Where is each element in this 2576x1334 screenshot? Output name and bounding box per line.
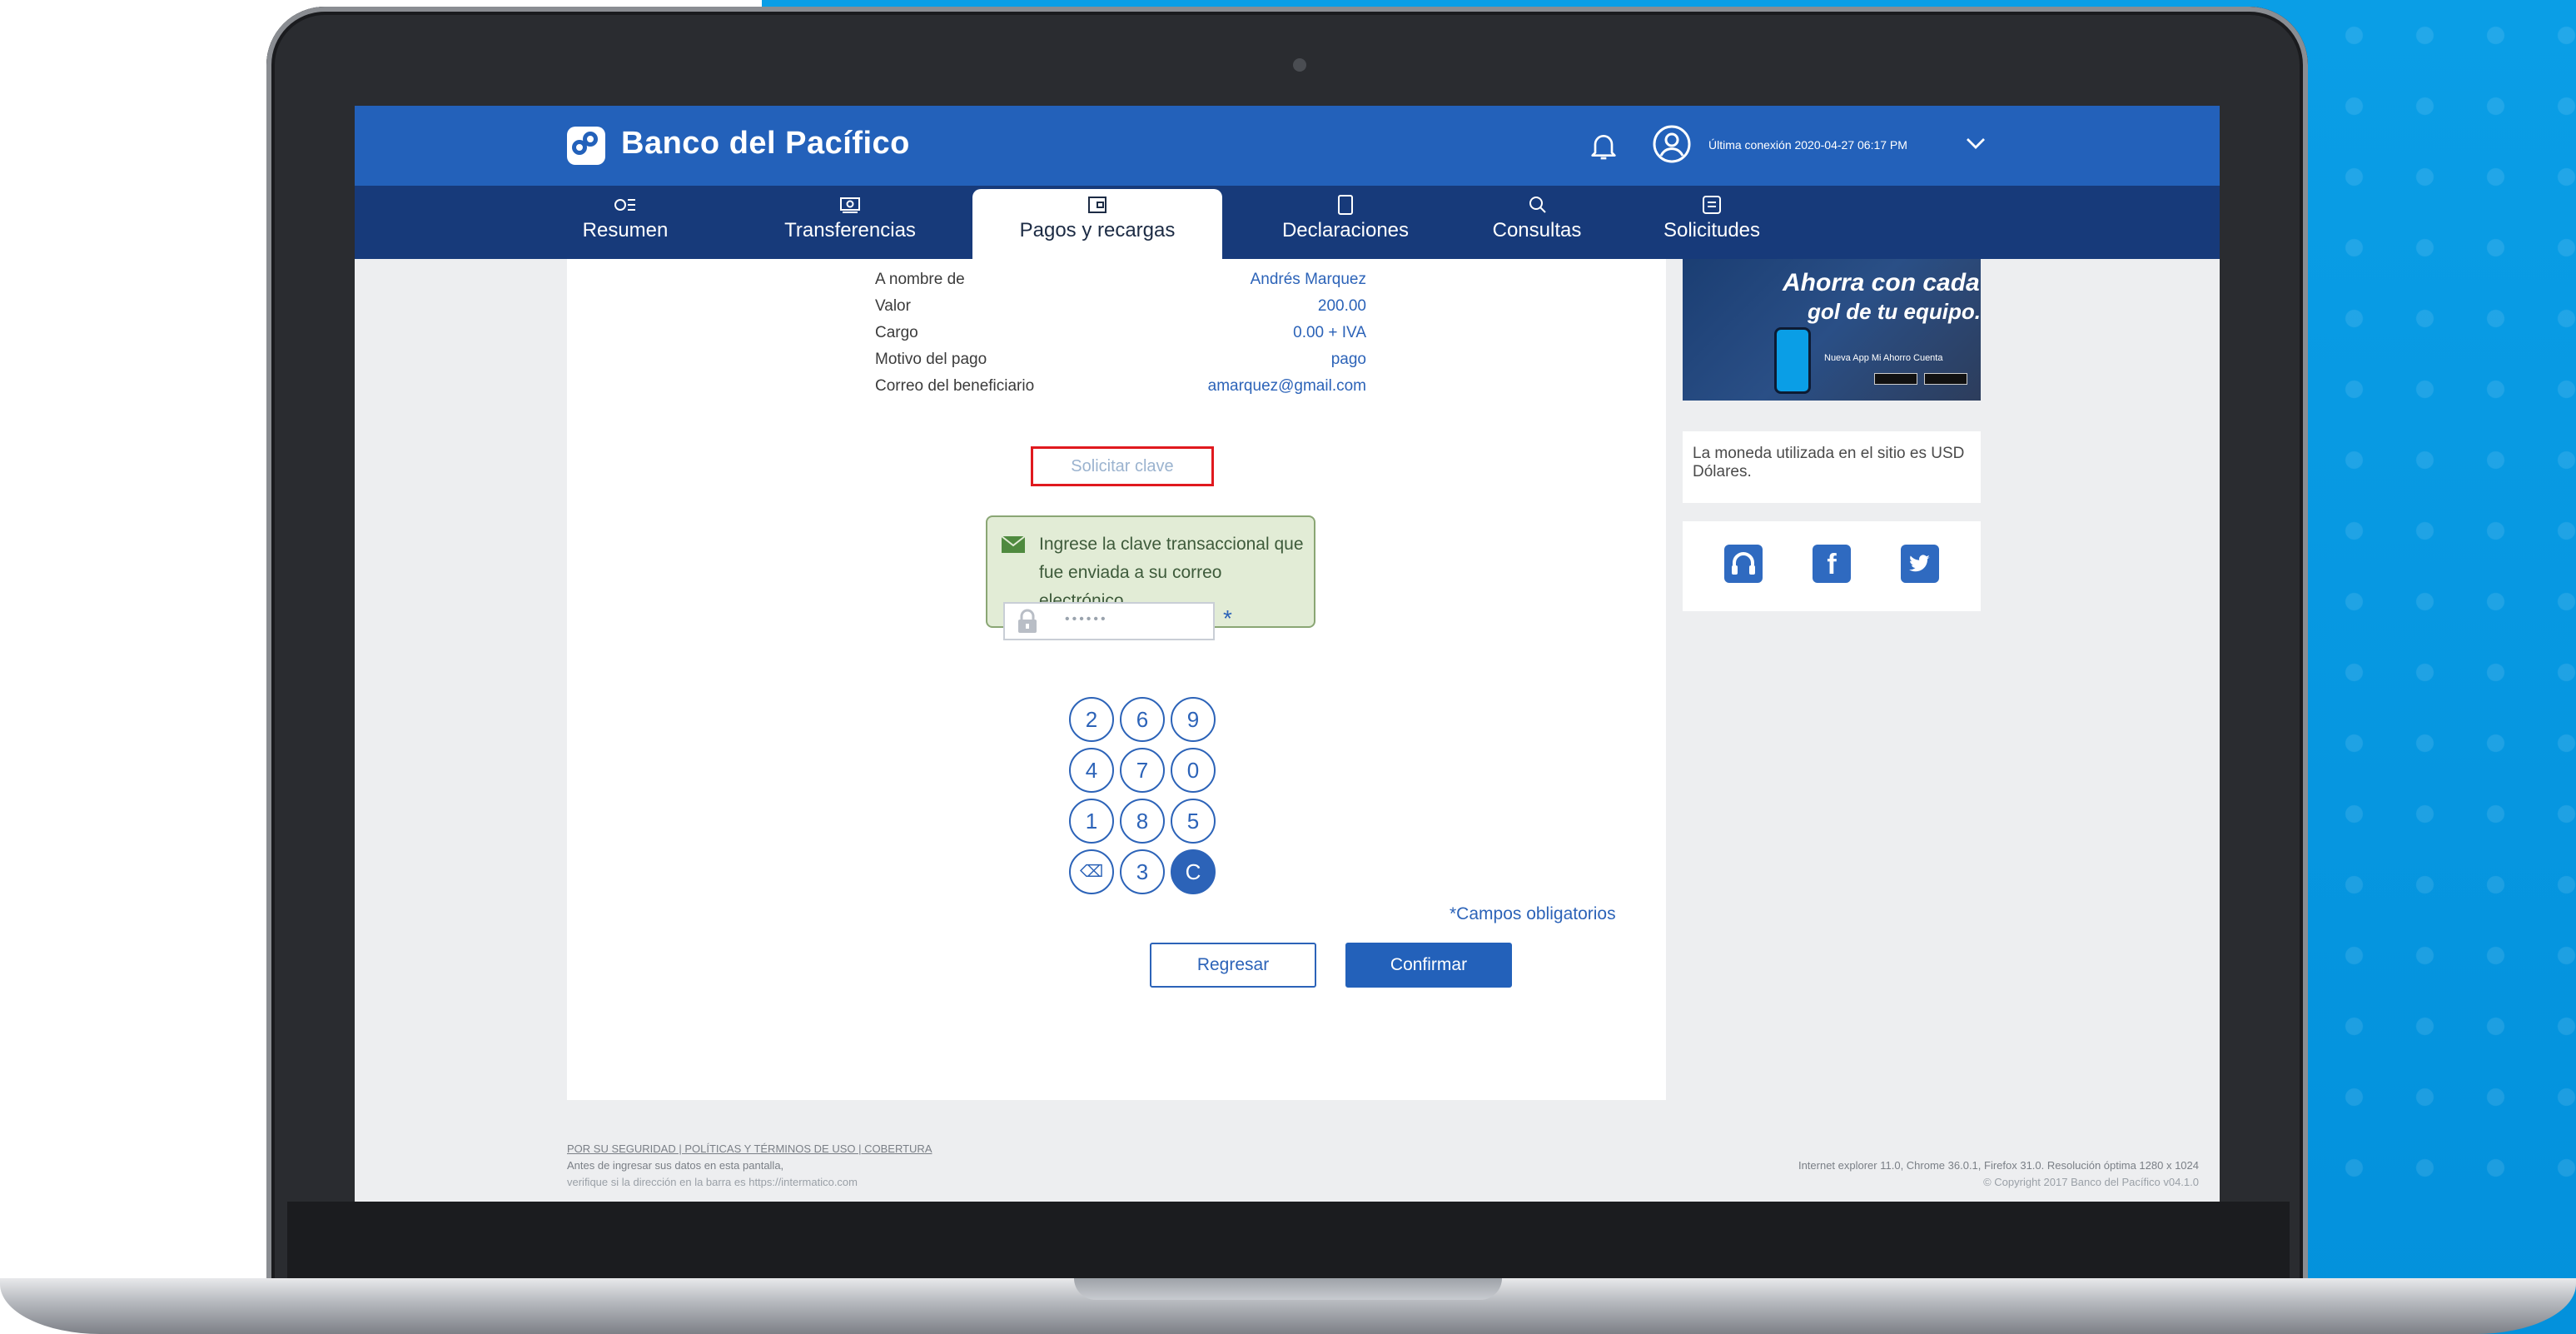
keypad-clear-key[interactable]: C <box>1171 849 1216 894</box>
keypad-key[interactable]: 3 <box>1120 849 1165 894</box>
tab-transferencias[interactable]: Transferencias <box>775 189 925 259</box>
user-profile-icon[interactable] <box>1652 124 1692 164</box>
laptop-screen: Banco del Pacífico Última conexión 2020-… <box>355 106 2220 1202</box>
footer-security-note: Antes de ingresar sus datos en esta pant… <box>567 1159 784 1172</box>
keypad-key[interactable]: 0 <box>1171 748 1216 793</box>
footer-requirements: Internet explorer 11.0, Chrome 36.0.1, F… <box>1798 1159 2199 1172</box>
last-login-text: Última conexión 2020-04-27 06:17 PM <box>1708 138 1907 152</box>
bank-name: Banco del Pacífico <box>621 126 910 161</box>
tab-label: Declaraciones <box>1281 219 1410 241</box>
footer-links[interactable]: POR SU SEGURIDAD | POLÍTICAS Y TÉRMINOS … <box>567 1142 932 1155</box>
mandatory-fields-note: *Campos obligatorios <box>1450 904 1616 923</box>
laptop-hinge <box>1074 1278 1502 1300</box>
transaction-key-input[interactable]: •••••• <box>1003 602 1215 640</box>
chevron-down-icon[interactable] <box>1963 131 1988 156</box>
laptop-bottom-bezel <box>287 1202 2290 1285</box>
tab-pagos-y-recargas[interactable]: Pagos y recargas <box>972 189 1222 259</box>
money-icon <box>840 197 860 213</box>
wallet-icon <box>1088 197 1106 213</box>
main-nav: Resumen Transferencias Pagos y recargas … <box>355 186 2220 259</box>
tab-label: Transferencias <box>784 219 916 241</box>
summary-icon <box>614 199 635 211</box>
detail-row-amount: Valor 200.00 <box>875 297 1366 319</box>
detail-label: A nombre de <box>875 271 965 288</box>
detail-value: Andrés Marquez <box>1250 271 1366 288</box>
detail-row-beneficiary: A nombre de Andrés Marquez <box>875 271 1366 292</box>
detail-label: Cargo <box>875 324 918 341</box>
confirm-button[interactable]: Confirmar <box>1345 943 1512 988</box>
detail-row-charge: Cargo 0.00 + IVA <box>875 324 1366 346</box>
social-links: f <box>1683 521 1981 611</box>
detail-label: Motivo del pago <box>875 351 987 368</box>
tab-resumen[interactable]: Resumen <box>567 189 684 259</box>
tab-label: Pagos y recargas <box>1019 219 1176 241</box>
required-mark: * <box>1223 605 1232 631</box>
payment-panel: A nombre de Andrés Marquez Valor 2 0 0.00 … <box>567 259 1666 1100</box>
request-key-button[interactable]: Solicitar clave <box>1031 446 1214 486</box>
mail-icon <box>1001 535 1026 553</box>
bank-logo-icon <box>567 127 605 165</box>
keypad-key[interactable]: 1 <box>1069 799 1114 844</box>
promo-banner[interactable]: Ahorra con cada gol de tu equipo. Nueva … <box>1683 259 1981 401</box>
tab-declaraciones[interactable]: Declaraciones <box>1262 189 1429 259</box>
google-play-badge <box>1924 373 1967 385</box>
tab-consultas[interactable]: Consultas <box>1474 189 1599 259</box>
promo-app-text: Nueva App Mi Ahorro Cuenta <box>1824 353 1943 363</box>
headset-icon[interactable] <box>1724 545 1763 583</box>
keypad-key[interactable]: 6 <box>1120 697 1165 742</box>
currency-info: La moneda utilizada en el sitio es USD D… <box>1683 431 1981 503</box>
tab-label: Consultas <box>1492 219 1582 241</box>
detail-value: 200.00 <box>1317 297 1366 315</box>
app-store-badge <box>1874 373 1917 385</box>
detail-value: 0.00 + IVA <box>1293 324 1366 341</box>
keypad-key[interactable]: 7 <box>1120 748 1165 793</box>
keypad-key[interactable]: 5 <box>1171 799 1216 844</box>
keypad-key[interactable]: 9 <box>1171 697 1216 742</box>
currency-text: La moneda utilizada en el sitio es USD D… <box>1693 445 1965 480</box>
promo-subtitle: gol de tu equipo. <box>1808 299 1981 324</box>
bell-icon[interactable] <box>1587 129 1620 162</box>
twitter-icon[interactable] <box>1901 545 1939 583</box>
tab-solicitudes[interactable]: Solicitudes <box>1654 189 1770 259</box>
laptop-camera <box>1293 58 1306 72</box>
transaction-key-value: •••••• <box>1065 612 1108 626</box>
footer-security-note-2: verifique si la dirección en la barra es… <box>567 1176 858 1188</box>
detail-value: pago <box>1330 351 1366 368</box>
tab-label: Solicitudes <box>1663 219 1761 241</box>
detail-value: amarquez@gmail.com <box>1207 377 1366 395</box>
back-button[interactable]: Regresar <box>1150 943 1316 988</box>
detail-label: Valor <box>875 297 911 315</box>
tab-label: Resumen <box>582 219 669 241</box>
keypad-key[interactable]: 8 <box>1120 799 1165 844</box>
facebook-icon[interactable]: f <box>1813 545 1851 583</box>
request-icon <box>1703 196 1721 214</box>
promo-title: Ahorra con cada <box>1783 269 1980 296</box>
footer: POR SU SEGURIDAD | POLÍTICAS Y TÉRMINOS … <box>567 1142 2199 1201</box>
footer-copyright: © Copyright 2017 Banco del Pacífico v04.… <box>1983 1176 2199 1188</box>
tablet-icon <box>1338 195 1353 215</box>
keypad-key[interactable]: 4 <box>1069 748 1114 793</box>
lock-icon <box>1018 609 1037 633</box>
keypad-backspace-key[interactable]: ⌫ <box>1069 849 1114 894</box>
top-bar: Banco del Pacífico Última conexión 2020-… <box>355 106 2220 186</box>
keypad-key[interactable]: 2 <box>1069 697 1114 742</box>
detail-row-email: Correo del beneficiario amarquez@gmail.c… <box>875 377 1366 399</box>
detail-label: Correo del beneficiario <box>875 377 1035 395</box>
detail-row-reason: Motivo del pago pago <box>875 351 1366 372</box>
search-icon <box>1529 197 1546 213</box>
phone-icon <box>1774 327 1811 394</box>
